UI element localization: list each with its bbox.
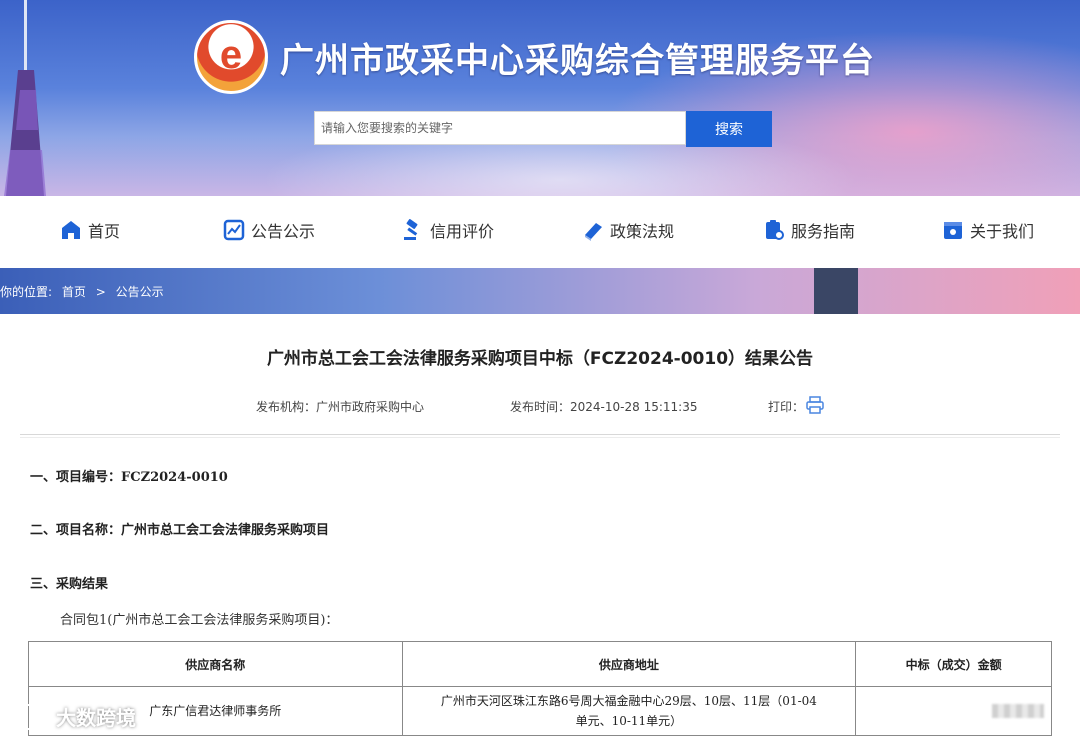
table-header-row: 供应商名称 供应商地址 中标（成交）金额 xyxy=(28,641,1052,687)
site-title: 广州市政采中心采购综合管理服务平台 xyxy=(280,40,875,81)
printer-icon[interactable] xyxy=(806,396,824,414)
nav-item-credit[interactable]: 信用评价 xyxy=(402,218,494,242)
gavel-icon xyxy=(404,219,418,240)
site-logo: e xyxy=(194,20,268,94)
page-title: 广州市总工会工会法律服务采购项目中标（FCZ2024-0010）结果公告 xyxy=(266,349,814,369)
guide-icon xyxy=(766,220,784,240)
column-header-amount: 中标（成交）金额 xyxy=(855,641,1052,687)
print-label: 打印： xyxy=(768,400,805,414)
article-panel: 广州市总工会工会法律服务采购项目中标（FCZ2024-0010）结果公告 发布机… xyxy=(0,314,1080,736)
publisher-label: 发布机构： xyxy=(256,400,317,414)
watermark-text: 大数跨境 xyxy=(56,706,136,730)
search-bar: 搜索 xyxy=(314,111,772,147)
about-icon xyxy=(944,222,962,239)
supplier-address-cell: 广州市天河区珠江东路6号周大福金融中心29层、10层、11层（01-04 单元、… xyxy=(401,686,857,736)
divider xyxy=(20,434,1060,438)
breadcrumb-current[interactable]: 公告公示 xyxy=(116,285,164,299)
publisher-value: 广州市政府采购中心 xyxy=(316,400,425,414)
address-line: 广州市天河区珠江东路6号周大福金融中心29层、10层、11层（01-04 xyxy=(440,694,817,708)
book-icon xyxy=(585,223,602,241)
main-nav: 首页 公告公示 信用评价 政策法规 服务指南 关于我们 xyxy=(0,196,1080,268)
address-line: 单元、10-11单元） xyxy=(575,714,683,728)
nav-label: 公告公示 xyxy=(251,222,316,241)
breadcrumb-separator: > xyxy=(95,285,106,299)
logo-letter: e xyxy=(219,33,243,77)
breadcrumb-prefix: 你的位置: xyxy=(0,285,53,299)
nav-label: 服务指南 xyxy=(791,222,856,241)
watermark-bubble-icon xyxy=(10,703,50,730)
result-table: 供应商名称 供应商地址 中标（成交）金额 广东广信君达律师事务所 广州市天河区珠… xyxy=(28,641,1052,736)
chart-board-icon xyxy=(223,219,245,241)
canton-tower-illustration xyxy=(4,0,46,196)
publish-time-label: 发布时间： xyxy=(510,400,571,414)
breadcrumb: 你的位置: 首页 > 公告公示 xyxy=(0,283,170,300)
nav-item-announcements[interactable]: 公告公示 xyxy=(223,218,315,242)
breadcrumb-bar: 你的位置: 首页 > 公告公示 xyxy=(0,268,1080,314)
search-input[interactable] xyxy=(314,111,686,145)
publish-time-value: 2024-10-28 15:11:35 xyxy=(570,400,698,414)
nav-item-about[interactable]: 关于我们 xyxy=(942,218,1034,242)
table-row: 广东广信君达律师事务所 广州市天河区珠江东路6号周大福金融中心29层、10层、1… xyxy=(28,686,1052,736)
home-icon xyxy=(62,221,80,239)
package-label: 合同包1(广州市总工会工会法律服务采购项目)： xyxy=(60,613,339,628)
publisher-meta: 发布机构：广州市政府采购中心 xyxy=(256,398,424,415)
site-brand[interactable]: e 广州市政采中心采购综合管理服务平台 xyxy=(194,20,875,94)
search-button[interactable]: 搜索 xyxy=(686,111,772,147)
column-header-supplier-name: 供应商名称 xyxy=(28,641,403,687)
header-banner: e 广州市政采中心采购综合管理服务平台 搜索 xyxy=(0,0,1080,196)
publish-time-meta: 发布时间：2024-10-28 15:11:35 xyxy=(510,398,697,415)
building-illustration xyxy=(814,268,858,314)
nav-label: 关于我们 xyxy=(970,222,1035,241)
nav-label: 首页 xyxy=(88,222,121,241)
nav-item-home[interactable]: 首页 xyxy=(60,218,120,242)
section-project-name: 二、项目名称：广州市总工会工会法律服务采购项目 xyxy=(30,523,330,538)
nav-item-policy[interactable]: 政策法规 xyxy=(582,218,674,242)
nav-item-guide[interactable]: 服务指南 xyxy=(763,218,855,242)
nav-label: 信用评价 xyxy=(430,222,495,241)
redacted-amount xyxy=(992,704,1044,718)
column-header-supplier-address: 供应商地址 xyxy=(401,641,857,687)
section-result: 三、采购结果 xyxy=(30,577,109,592)
nav-label: 政策法规 xyxy=(610,222,675,241)
section-project-number: 一、项目编号：FCZ2024-0010 xyxy=(30,470,228,485)
breadcrumb-home-link[interactable]: 首页 xyxy=(62,285,86,299)
watermark: 大数跨境 xyxy=(10,702,136,731)
